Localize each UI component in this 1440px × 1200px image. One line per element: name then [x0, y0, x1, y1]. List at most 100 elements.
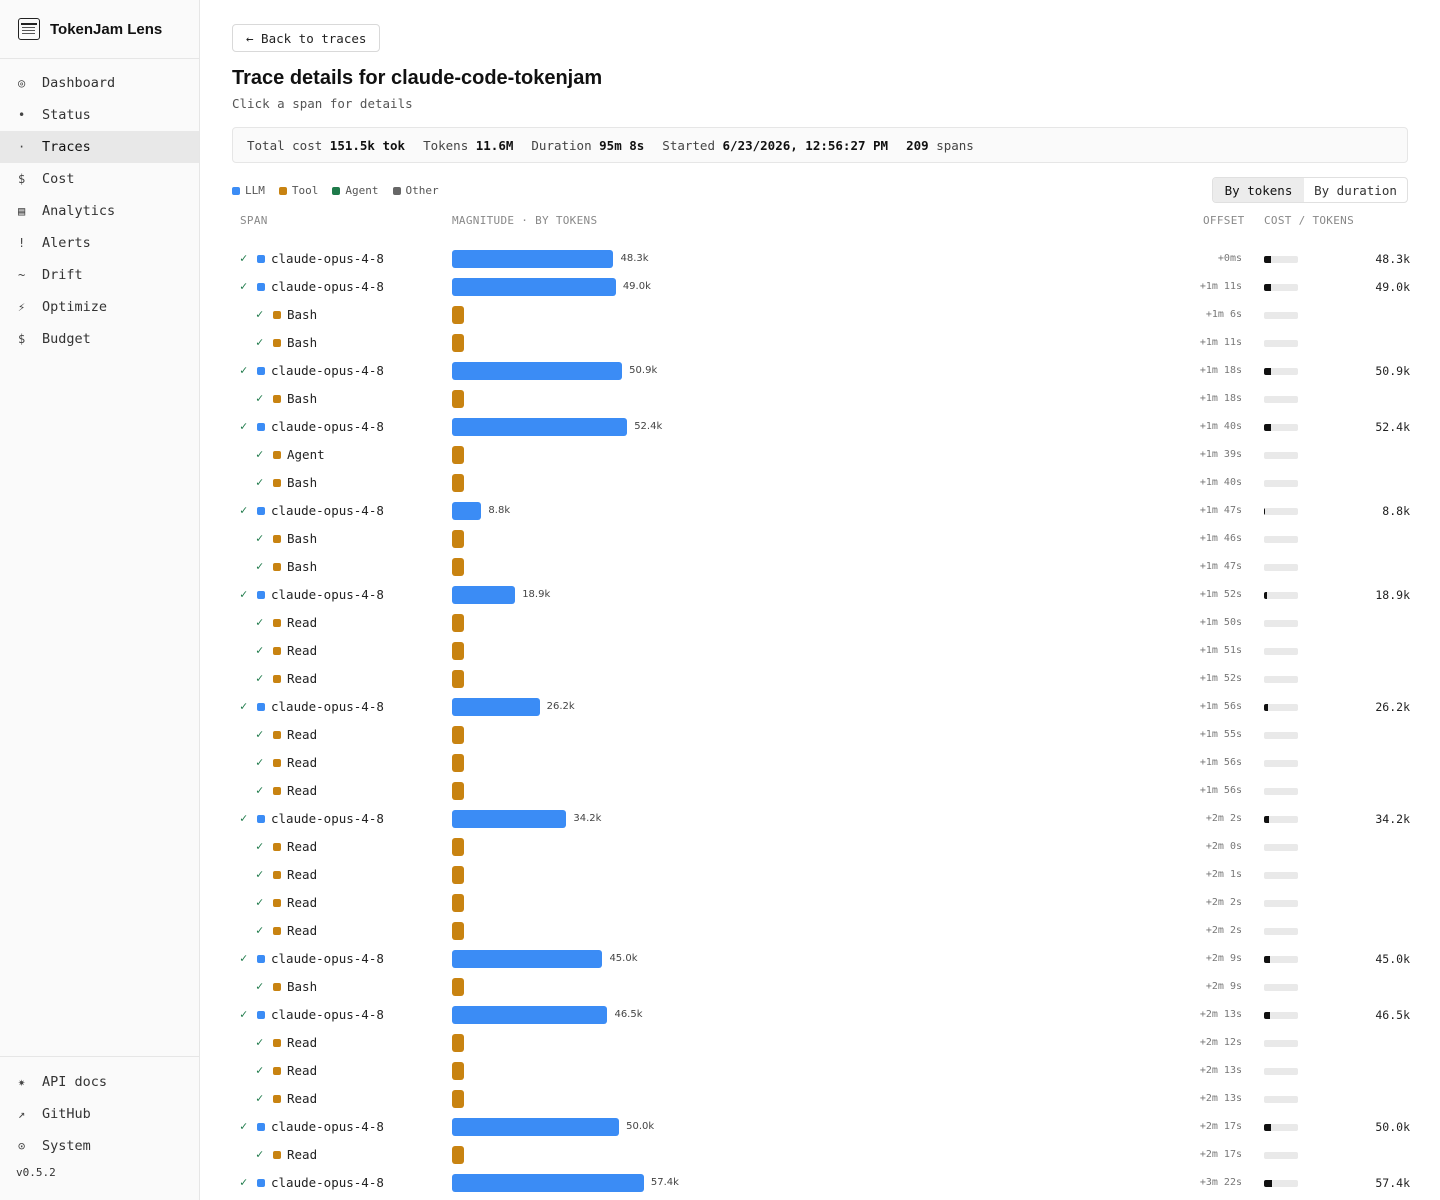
nav-item-traces[interactable]: · Traces [0, 131, 199, 163]
cost-share-bar [1264, 340, 1298, 347]
span-row-llm[interactable]: ✓ claude-opus-4-8 46.5k +2m 13s 46.5k [232, 1001, 1412, 1029]
span-row-llm[interactable]: ✓ claude-opus-4-8 26.2k +1m 56s 26.2k [232, 693, 1412, 721]
llm-type-dot [257, 507, 265, 515]
magnitude-bar [452, 810, 567, 828]
span-row-llm[interactable]: ✓ claude-opus-4-8 48.3k +0ms 48.3k [232, 245, 1412, 273]
nav-item-dashboard[interactable]: ◎ Dashboard [0, 67, 199, 99]
span-offset: +2m 2s [1205, 813, 1242, 824]
magnitude-bar [452, 1174, 644, 1192]
span-row-tool[interactable]: ✓ Read +1m 56s [232, 777, 1412, 805]
span-row-llm[interactable]: ✓ claude-opus-4-8 50.0k +2m 17s 50.0k [232, 1113, 1412, 1141]
trace-summary: Total cost 151.5k tok Tokens 11.6M Durat… [232, 127, 1408, 163]
nav-item-github[interactable]: ↗ GitHub [0, 1098, 199, 1130]
logo-icon [18, 18, 40, 40]
cost-share-bar [1264, 396, 1298, 403]
span-offset: +1m 6s [1205, 309, 1242, 320]
success-check-icon: ✓ [256, 615, 264, 629]
span-row-llm[interactable]: ✓ claude-opus-4-8 18.9k +1m 52s 18.9k [232, 581, 1412, 609]
span-row-tool[interactable]: ✓ Bash +1m 6s [232, 301, 1412, 329]
legend-label: Tool [291, 184, 319, 197]
span-row-tool[interactable]: ✓ Bash +1m 47s [232, 553, 1412, 581]
span-row-tool[interactable]: ✓ Bash +2m 9s [232, 973, 1412, 1001]
span-row-tool[interactable]: ✓ Read +2m 12s [232, 1029, 1412, 1057]
span-tokens-value: 8.8k [1382, 504, 1410, 518]
span-row-tool[interactable]: ✓ Read +1m 50s [232, 609, 1412, 637]
span-name: Read [287, 923, 318, 938]
cost-share-bar [1264, 872, 1298, 879]
span-row-tool[interactable]: ✓ Bash +1m 18s [232, 385, 1412, 413]
tool-type-dot [273, 1067, 281, 1075]
success-check-icon: ✓ [256, 335, 264, 349]
success-check-icon: ✓ [256, 783, 264, 797]
span-row-llm[interactable]: ✓ claude-opus-4-8 50.9k +1m 18s 50.9k [232, 357, 1412, 385]
nav-item-status[interactable]: • Status [0, 99, 199, 131]
duration-label: Duration [531, 137, 592, 153]
magnitude-bar [452, 306, 464, 324]
back-to-traces-button[interactable]: ← Back to traces [232, 24, 381, 52]
nav-item-alerts[interactable]: ! Alerts [0, 227, 199, 259]
span-row-tool[interactable]: ✓ Read +2m 13s [232, 1085, 1412, 1113]
span-row-llm[interactable]: ✓ claude-opus-4-8 57.4k +3m 22s 57.4k [232, 1169, 1412, 1197]
span-row-tool[interactable]: ✓ Agent +1m 39s [232, 441, 1412, 469]
llm-type-dot [257, 703, 265, 711]
cost-share-fill [1264, 508, 1266, 515]
by-duration-button[interactable]: By duration [1304, 178, 1407, 202]
magnitude-bar [452, 642, 464, 660]
cost-share-bar [1264, 564, 1298, 571]
span-offset: +2m 2s [1205, 925, 1242, 936]
span-tokens-value: 52.4k [1375, 420, 1410, 434]
span-row-llm[interactable]: ✓ claude-opus-4-8 34.2k +2m 2s 34.2k [232, 805, 1412, 833]
brand[interactable]: TokenJam Lens [0, 0, 199, 59]
span-row-llm[interactable]: ✓ claude-opus-4-8 8.8k +1m 47s 8.8k [232, 497, 1412, 525]
span-row-tool[interactable]: ✓ Read +1m 51s [232, 637, 1412, 665]
span-row-tool[interactable]: ✓ Read +1m 55s [232, 721, 1412, 749]
span-row-tool[interactable]: ✓ Bash +1m 40s [232, 469, 1412, 497]
nav-item-label: Budget [42, 331, 91, 347]
nav-item-api-docs[interactable]: ✷ API docs [0, 1066, 199, 1098]
tool-type-dot [273, 1039, 281, 1047]
span-row-tool[interactable]: ✓ Bash +1m 11s [232, 329, 1412, 357]
magnitude-bar [452, 502, 482, 520]
span-row-llm[interactable]: ✓ claude-opus-4-8 45.0k +2m 9s 45.0k [232, 945, 1412, 973]
nav-item-system[interactable]: ⊙ System [0, 1130, 199, 1162]
cost-share-fill [1264, 816, 1269, 823]
span-name: Read [287, 1063, 318, 1078]
success-check-icon: ✓ [256, 307, 264, 321]
span-row-tool[interactable]: ✓ Read +2m 17s [232, 1141, 1412, 1169]
span-offset: +3m 22s [1199, 1177, 1242, 1188]
by-tokens-button[interactable]: By tokens [1213, 178, 1304, 202]
span-row-tool[interactable]: ✓ Read +2m 2s [232, 889, 1412, 917]
span-row-tool[interactable]: ✓ Read +2m 13s [232, 1057, 1412, 1085]
span-row-tool[interactable]: ✓ Read +2m 0s [232, 833, 1412, 861]
magnitude-value: 45.0k [609, 953, 638, 964]
span-row-tool[interactable]: ✓ Read +2m 1s [232, 861, 1412, 889]
nav-item-budget[interactable]: $ Budget [0, 323, 199, 355]
cost-share-bar [1264, 452, 1298, 459]
cost-share-bar [1264, 676, 1298, 683]
span-row-tool[interactable]: ✓ Read +1m 52s [232, 665, 1412, 693]
span-tokens-value: 45.0k [1375, 952, 1410, 966]
span-tokens-value: 49.0k [1375, 280, 1410, 294]
span-tokens-value: 18.9k [1375, 588, 1410, 602]
cost-share-bar [1264, 256, 1298, 263]
span-row-tool[interactable]: ✓ Bash +1m 46s [232, 525, 1412, 553]
nav-item-optimize[interactable]: ⚡ Optimize [0, 291, 199, 323]
cost-share-bar [1264, 536, 1298, 543]
magnitude-bar [452, 1118, 620, 1136]
nav-item-cost[interactable]: $ Cost [0, 163, 199, 195]
span-row-tool[interactable]: ✓ Read +1m 56s [232, 749, 1412, 777]
alerts-icon: ! [18, 236, 26, 250]
magnitude-bar [452, 978, 464, 996]
nav-item-analytics[interactable]: ▤ Analytics [0, 195, 199, 227]
span-name: Read [287, 1091, 318, 1106]
traces-icon: · [18, 140, 26, 154]
sidebar-footer: ✷ API docs ↗ GitHub ⊙ System v0.5.2 [0, 1056, 199, 1179]
span-row-tool[interactable]: ✓ Read +2m 2s [232, 917, 1412, 945]
legend-item-agent: Agent [332, 184, 379, 197]
span-offset: +1m 56s [1199, 757, 1242, 768]
span-offset: +2m 13s [1199, 1009, 1242, 1020]
span-row-llm[interactable]: ✓ claude-opus-4-8 52.4k +1m 40s 52.4k [232, 413, 1412, 441]
cost-share-bar [1264, 900, 1298, 907]
span-row-llm[interactable]: ✓ claude-opus-4-8 49.0k +1m 11s 49.0k [232, 273, 1412, 301]
nav-item-drift[interactable]: ~ Drift [0, 259, 199, 291]
